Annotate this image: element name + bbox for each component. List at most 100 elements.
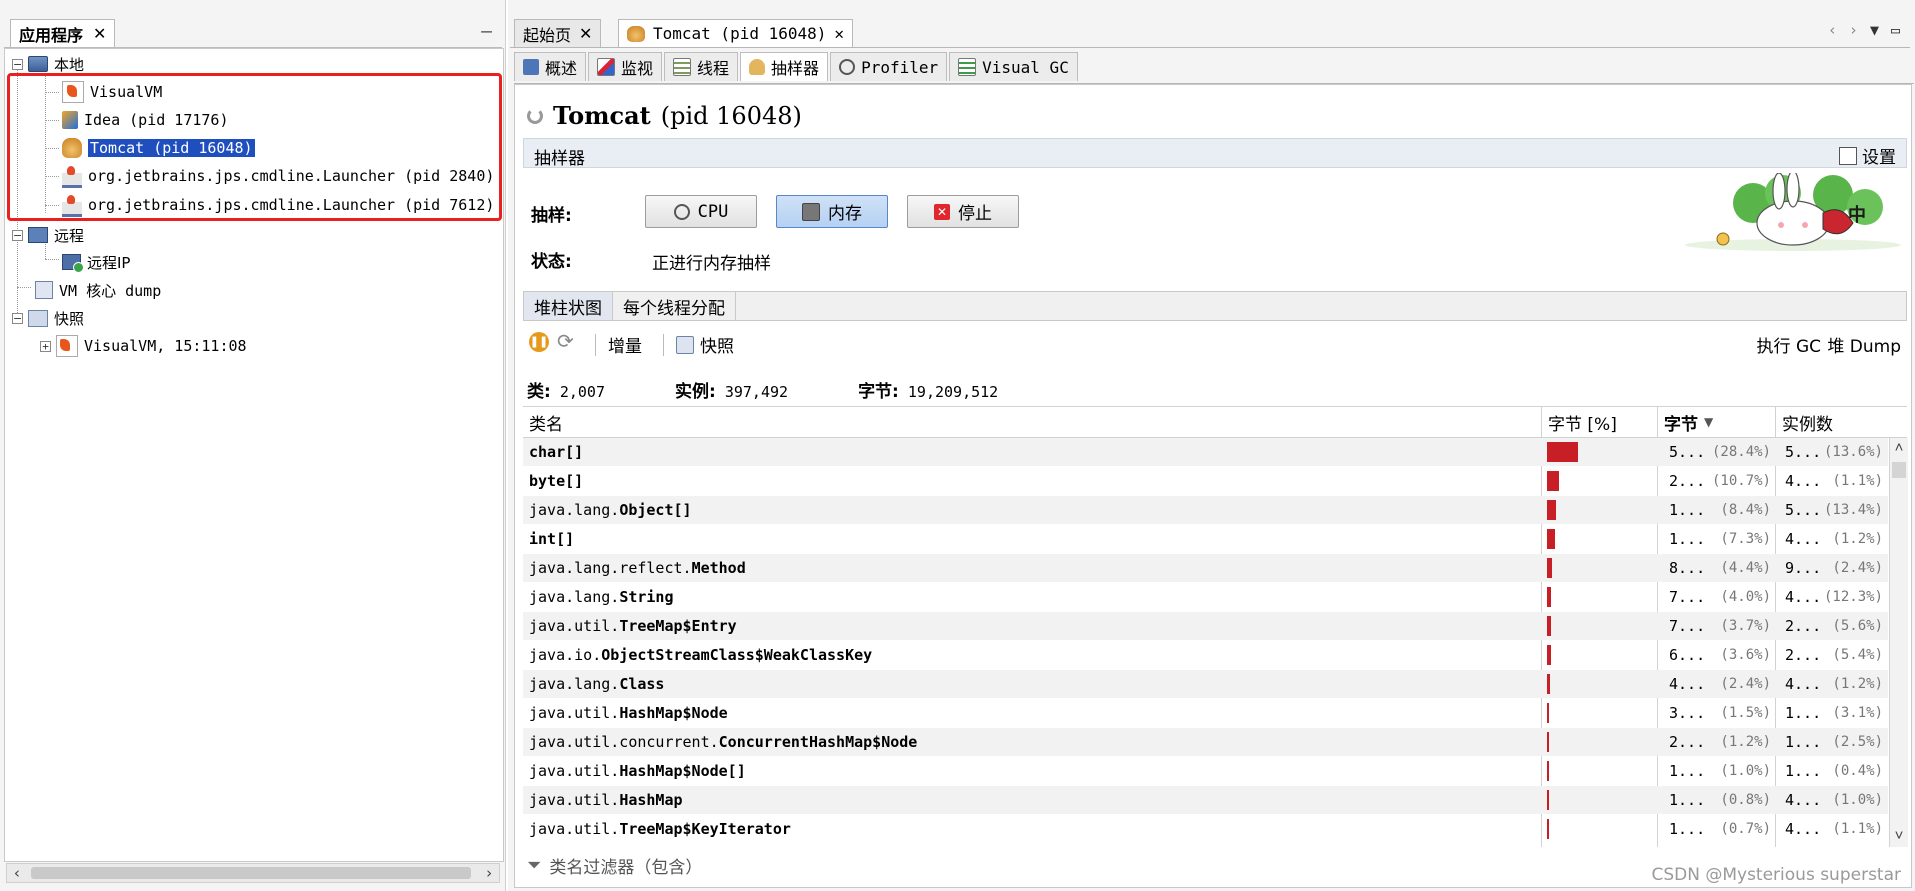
vertical-scrollbar[interactable]: ˄ ˅	[1889, 438, 1908, 847]
snapshot-icon	[676, 335, 694, 354]
bytes-cell: 7... (3.7%)	[1659, 612, 1775, 640]
table-row[interactable]: java.util. HashMap$Node[] 1... (1.0%) 1... (0…	[523, 757, 1888, 785]
status-value: 正进行内存抽样	[652, 254, 771, 274]
collapse-icon[interactable]: −	[12, 229, 23, 241]
package-name: java.util.concurrent.	[529, 733, 719, 751]
instances-percent: (2.4%)	[1832, 560, 1883, 576]
tab-sampler[interactable]: 抽样器	[740, 52, 829, 81]
bytes-value: 1...	[1669, 820, 1706, 838]
table-row[interactable]: byte[] 2... (10.7%) 4... (1.1%)	[523, 467, 1888, 495]
tab-threads[interactable]: 线程	[664, 52, 739, 81]
table-row[interactable]: java.util.concurrent. ConcurrentHashMap$N…	[523, 728, 1888, 756]
expand-icon[interactable]: +	[40, 340, 51, 352]
table-row[interactable]: java.lang. Class 4... (2.4%) 4... (1.2%)	[523, 670, 1888, 698]
tab-heap-histogram[interactable]: 堆柱状图	[524, 292, 613, 320]
tree-connector	[17, 287, 31, 288]
filter-icon[interactable]: ⏷	[527, 855, 541, 876]
close-icon[interactable]: ✕	[93, 24, 106, 43]
table-row[interactable]: java.util. HashMap 1... (0.8%) 4... (1.0%)	[523, 786, 1888, 814]
scrollbar-thumb[interactable]	[1892, 462, 1906, 478]
tree-node-tomcat[interactable]: Tomcat (pid 16048)	[62, 135, 256, 161]
tab-monitor[interactable]: 监视	[588, 52, 663, 81]
tree-connector	[45, 73, 46, 213]
tree-node-idea[interactable]: Idea (pid 17176)	[62, 107, 229, 133]
scroll-left-icon[interactable]: ‹	[7, 864, 27, 882]
snapshot-button[interactable]: 快照	[663, 332, 734, 357]
tab-profiler[interactable]: Profiler	[830, 52, 948, 81]
filter-placeholder[interactable]: 类名过滤器（包含）	[549, 853, 702, 878]
table-row[interactable]: java.lang.reflect. Method 8... (4.4%) 9... (2…	[523, 554, 1888, 582]
chevron-right-icon[interactable]: ›	[1849, 21, 1858, 39]
table-row[interactable]: int[] 1... (7.3%) 4... (1.2%)	[523, 525, 1888, 553]
tab-overview[interactable]: 概述	[514, 52, 587, 81]
delta-button[interactable]: 增量	[595, 332, 642, 357]
tree-node-visualvm[interactable]: VisualVM	[62, 79, 162, 105]
perform-gc-button[interactable]: 执行 GC	[1757, 332, 1821, 357]
collapse-icon[interactable]: −	[12, 312, 23, 324]
class-name-cell: java.util. HashMap$Node[]	[529, 757, 1539, 785]
table-row[interactable]: char[] 5... (28.4%) 5... (13.6%)	[523, 438, 1888, 466]
instances-cell: 4... (1.2%)	[1777, 670, 1887, 698]
tree-node-remote-ip[interactable]: 远程IP	[62, 249, 130, 275]
minimize-icon[interactable]: —	[481, 21, 492, 42]
tree-node-snapshot-item[interactable]: + VisualVM, 15:11:08	[40, 333, 247, 359]
table-row[interactable]: java.lang. String 7... (4.0%) 4... (12.3%)	[523, 583, 1888, 611]
settings-label: 设置	[1862, 148, 1896, 168]
scroll-right-icon[interactable]: ›	[479, 864, 499, 882]
column-header-bytes-percent[interactable]: 字节 [%]	[1541, 407, 1657, 437]
collapse-icon[interactable]: −	[12, 58, 23, 70]
pause-icon[interactable]: ❚❚	[529, 332, 549, 352]
instances-percent: (5.4%)	[1832, 647, 1883, 663]
tab-tomcat[interactable]: Tomcat (pid 16048) ✕	[618, 19, 854, 47]
table-row[interactable]: java.util. TreeMap$KeyIterator 1... (0.7%) 4…	[523, 815, 1888, 843]
bytes-percent: (1.5%)	[1720, 705, 1771, 721]
tab-per-thread-allocation[interactable]: 每个线程分配	[613, 292, 736, 320]
bytes-value: 1...	[1669, 791, 1706, 809]
instances-value: 1...	[1785, 704, 1822, 722]
scroll-up-icon[interactable]: ˄	[1890, 438, 1908, 456]
refresh-icon[interactable]: ⟳	[557, 329, 574, 353]
section-label: 抽样器	[534, 149, 585, 169]
close-icon[interactable]: ✕	[834, 24, 844, 43]
memory-button[interactable]: 内存	[776, 195, 888, 228]
chevron-left-icon[interactable]: ‹	[1828, 21, 1837, 39]
bytes-percent: (10.7%)	[1711, 473, 1771, 489]
class-name-filter[interactable]: ⏷ 类名过滤器（包含）	[527, 853, 702, 878]
applications-tab[interactable]: 应用程序 ✕	[10, 19, 116, 47]
visualvm-snapshot-icon	[56, 335, 78, 357]
tab-start-page[interactable]: 起始页 ✕	[514, 19, 602, 47]
table-row[interactable]: java.util. HashMap$Node 3... (1.5%) 1... (3.1…	[523, 699, 1888, 727]
tab-visual-gc[interactable]: Visual GC	[949, 52, 1078, 81]
stop-button[interactable]: ✕ 停止	[907, 195, 1019, 228]
column-header-instances[interactable]: 实例数	[1775, 407, 1889, 437]
column-header-class-name[interactable]: 类名	[523, 407, 1541, 437]
maximize-icon[interactable]: ▭	[1891, 21, 1900, 39]
horizontal-scrollbar[interactable]: ‹ ›	[6, 863, 500, 883]
tree-node-snapshots[interactable]: − 快照	[12, 305, 84, 331]
bytes-cell: 3... (1.5%)	[1659, 699, 1775, 727]
settings-checkbox[interactable]: 设置	[1839, 143, 1896, 168]
heap-dump-button[interactable]: 堆 Dump	[1827, 332, 1901, 357]
tree-node-local[interactable]: − 本地	[12, 51, 84, 77]
tree-node-launcher-2840[interactable]: org.jetbrains.jps.cmdline.Launcher (pid …	[62, 163, 494, 189]
bytes-percent-bar	[1547, 558, 1552, 578]
remote-ip-icon	[62, 254, 84, 273]
tree-node-remote[interactable]: − 远程	[12, 222, 84, 248]
close-icon[interactable]: ✕	[579, 24, 592, 43]
tree-node-launcher-7612[interactable]: org.jetbrains.jps.cmdline.Launcher (pid …	[62, 192, 494, 218]
bytes-percent-cell	[1547, 467, 1657, 495]
scroll-down-icon[interactable]: ˅	[1890, 826, 1908, 844]
checkbox-box[interactable]	[1839, 146, 1857, 165]
tree-label: Idea (pid 17176)	[84, 111, 229, 129]
header-label: 实例数	[1782, 414, 1833, 435]
table-row[interactable]: java.util. TreeMap$Entry 7... (3.7%) 2... (5.…	[523, 612, 1888, 640]
tree-node-vm-core-dump[interactable]: VM 核心 dump	[35, 277, 161, 303]
cpu-button[interactable]: CPU	[645, 195, 757, 228]
table-row[interactable]: java.lang. Object[] 1... (8.4%) 5... (13.4%)	[523, 496, 1888, 524]
class-name: byte[]	[529, 472, 584, 490]
scrollbar-thumb[interactable]	[31, 867, 471, 879]
stop-icon: ✕	[934, 203, 950, 220]
column-header-bytes[interactable]: 字节 ▼	[1657, 407, 1775, 437]
chevron-down-icon[interactable]: ▼	[1870, 21, 1879, 39]
table-row[interactable]: java.io. ObjectStreamClass$WeakClassKey 6.…	[523, 641, 1888, 669]
